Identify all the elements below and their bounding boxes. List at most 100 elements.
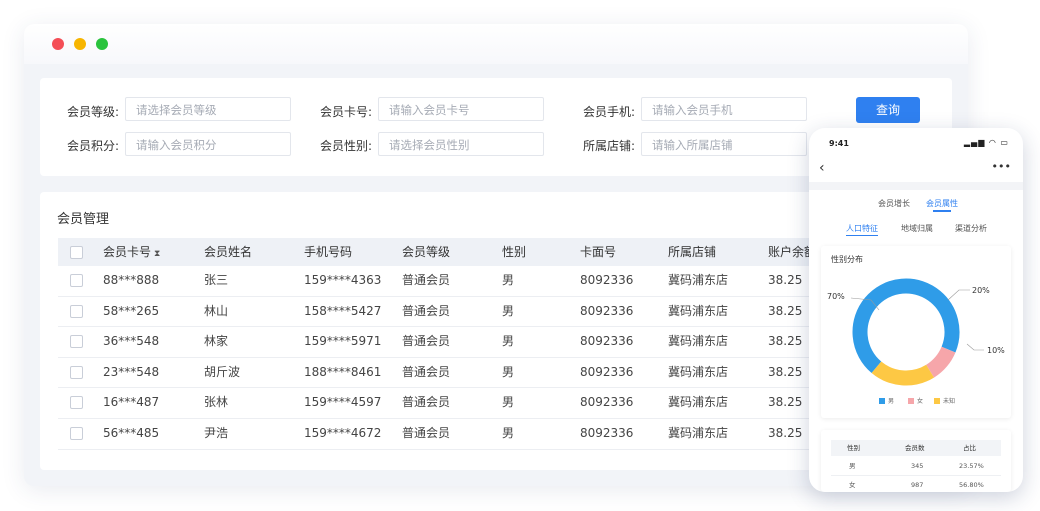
legend-swatch: [908, 398, 914, 404]
column-header-phone: 手机号码: [304, 245, 353, 259]
member-phone-label: 会员手机:: [583, 105, 636, 119]
cell-phone: 159****4597: [304, 395, 382, 410]
signal-wifi-battery-icon: ▂▄▆ ◠ ▭: [963, 138, 1009, 147]
card-number-input[interactable]: 请输入会员卡号: [378, 97, 544, 121]
cell-balance: 38.25: [768, 425, 803, 440]
leader-line-2: [966, 343, 984, 351]
table-row: 16***487 张林 159****4597 普通会员 男 8092336 冀码浦东店 38…: [58, 388, 838, 419]
member-points-input[interactable]: 请输入会员积分: [125, 132, 291, 156]
back-chevron-icon[interactable]: ‹: [819, 160, 825, 176]
phone-mockup: 9:41 ▂▄▆ ◠ ▭ ‹ ••• 会员增长 会员属性 人口特征 地域归属 渠…: [809, 128, 1023, 492]
cell-store: 冀码浦东店: [668, 364, 729, 379]
column-header-card-face: 卡面号: [580, 245, 617, 259]
active-tab-indicator: [933, 210, 951, 212]
cell-name: 尹浩: [204, 425, 229, 440]
column-header-card-number[interactable]: 会员卡号 ⧗: [103, 238, 160, 266]
cell-store: 冀码浦东店: [668, 303, 729, 318]
row-checkbox[interactable]: [70, 365, 83, 379]
cell-level: 普通会员: [402, 303, 451, 318]
cell-card-number: 56***485: [103, 425, 160, 440]
cell-level: 普通会员: [402, 395, 451, 410]
tab-member-attributes[interactable]: 会员属性: [926, 198, 958, 209]
cell-gender: 男: [502, 364, 515, 379]
cell-balance: 38.25: [768, 273, 803, 287]
row-count: 987: [911, 481, 924, 489]
header-gender: 性别: [847, 444, 860, 452]
card-number-label: 会员卡号:: [320, 105, 373, 119]
donut-label-unknown: 20%: [972, 286, 990, 295]
status-bar: 9:41 ▂▄▆ ◠ ▭: [809, 128, 1023, 156]
maximize-window-button[interactable]: [96, 38, 108, 50]
member-table: 会员卡号 ⧗ 会员姓名 手机号码 会员等级 性别 卡面号 所属店铺 账户余额 88…: [58, 238, 838, 450]
sort-icon[interactable]: ⧗: [154, 249, 160, 259]
header-ratio: 占比: [963, 444, 976, 452]
cell-store: 冀码浦东店: [668, 425, 729, 440]
member-level-label: 会员等级:: [67, 105, 120, 119]
cell-store: 冀码浦东店: [668, 273, 729, 287]
subtab-channel[interactable]: 渠道分析: [955, 223, 987, 234]
row-checkbox[interactable]: [70, 304, 83, 318]
store-input[interactable]: 请输入所属店铺: [641, 132, 807, 156]
legend-unknown: 未知: [934, 396, 955, 405]
window-titlebar: [24, 24, 968, 64]
table-header: 会员卡号 ⧗ 会员姓名 手机号码 会员等级 性别 卡面号 所属店铺 账户余额: [58, 238, 838, 266]
leader-line-1: [947, 289, 970, 301]
cell-card-face: 8092336: [580, 425, 634, 440]
subtab-region[interactable]: 地域归属: [901, 223, 933, 234]
tab-member-growth[interactable]: 会员增长: [878, 198, 910, 209]
cell-name: 林家: [204, 334, 229, 349]
cell-level: 普通会员: [402, 334, 451, 349]
cell-card-face: 8092336: [580, 273, 634, 287]
legend-swatch: [879, 398, 885, 404]
table-row: 男 345 23.57%: [831, 457, 1001, 476]
nav-bar: ‹ •••: [809, 158, 1023, 180]
row-checkbox[interactable]: [70, 426, 83, 440]
cell-gender: 男: [502, 334, 515, 349]
query-button[interactable]: 查询: [856, 97, 920, 123]
row-ratio: 23.57%: [959, 462, 984, 470]
cell-card-number: 16***487: [103, 395, 160, 410]
store-label: 所属店铺:: [583, 139, 636, 153]
cell-name: 胡斤波: [204, 364, 241, 379]
gender-table-header: 性别 会员数 占比: [831, 440, 1001, 456]
column-header-store: 所属店铺: [668, 245, 717, 259]
cell-level: 普通会员: [402, 273, 451, 287]
cell-card-face: 8092336: [580, 303, 634, 318]
subtab-demographics[interactable]: 人口特征: [846, 223, 878, 234]
row-checkbox[interactable]: [70, 396, 83, 410]
member-gender-select[interactable]: 请选择会员性别: [378, 132, 544, 156]
close-window-button[interactable]: [52, 38, 64, 50]
status-time: 9:41: [829, 139, 849, 148]
panel-title: 会员管理: [57, 212, 110, 227]
table-row: 23***548 胡斤波 188****8461 普通会员 男 8092336 冀码浦东店 3…: [58, 358, 838, 389]
row-checkbox[interactable]: [70, 335, 83, 349]
cell-phone: 159****4672: [304, 425, 382, 440]
select-all-checkbox[interactable]: [70, 246, 83, 259]
cell-balance: 38.25: [768, 334, 803, 349]
column-header-gender: 性别: [502, 245, 527, 259]
table-row: 56***485 尹浩 159****4672 普通会员 男 8092336 冀码浦东店 38…: [58, 419, 838, 450]
row-gender: 女: [849, 481, 856, 489]
more-icon[interactable]: •••: [992, 160, 1011, 173]
row-checkbox[interactable]: [70, 274, 83, 287]
divider: [809, 182, 1023, 190]
cell-card-number: 88***888: [103, 273, 160, 287]
member-level-select[interactable]: 请选择会员等级: [125, 97, 291, 121]
legend-male: 男: [879, 396, 894, 405]
member-points-label: 会员积分:: [67, 139, 120, 153]
cell-balance: 38.25: [768, 303, 803, 318]
cell-store: 冀码浦东店: [668, 395, 729, 410]
cell-card-number: 58***265: [103, 303, 160, 318]
minimize-window-button[interactable]: [74, 38, 86, 50]
cell-name: 张三: [204, 273, 229, 287]
cell-gender: 男: [502, 273, 515, 287]
cell-phone: 159****5971: [304, 334, 382, 349]
member-gender-label: 会员性别:: [320, 139, 373, 153]
table-row: 88***888 张三 159****4363 普通会员 男 8092336 冀码浦东店 38…: [58, 266, 838, 297]
table-row: 58***265 林山 158****5427 普通会员 男 8092336 冀码浦东店 38…: [58, 297, 838, 328]
cell-phone: 158****5427: [304, 303, 382, 318]
cell-name: 张林: [204, 395, 229, 410]
cell-phone: 188****8461: [304, 364, 382, 379]
member-phone-input[interactable]: 请输入会员手机: [641, 97, 807, 121]
cell-card-face: 8092336: [580, 334, 634, 349]
